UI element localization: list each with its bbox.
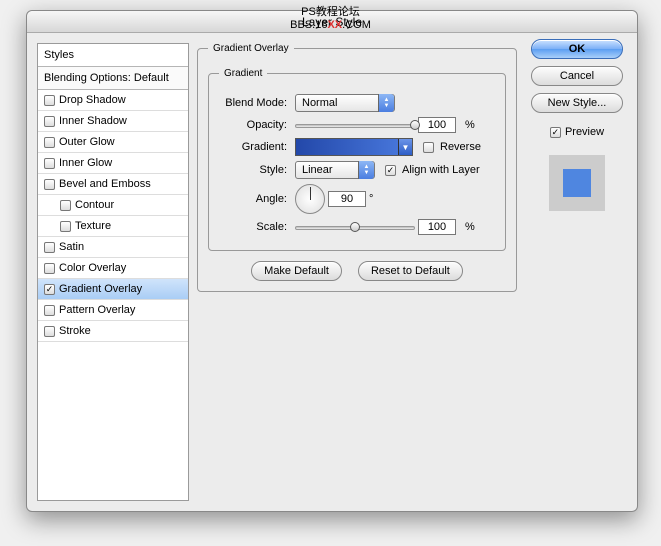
opacity-unit: % bbox=[465, 119, 475, 131]
style-label: Stroke bbox=[59, 325, 91, 337]
style-label: Satin bbox=[59, 241, 84, 253]
style-label: Inner Shadow bbox=[59, 115, 127, 127]
layer-style-dialog: Layer Style Styles Blending Options: Def… bbox=[26, 10, 638, 512]
angle-unit: ° bbox=[369, 193, 373, 205]
style-row-pattern-overlay[interactable]: Pattern Overlay bbox=[38, 300, 188, 321]
ok-button[interactable]: OK bbox=[531, 39, 623, 59]
chevron-updown-icon bbox=[378, 94, 394, 112]
style-select[interactable]: Linear bbox=[295, 161, 375, 179]
style-label: Drop Shadow bbox=[59, 94, 126, 106]
style-checkbox[interactable] bbox=[44, 95, 55, 106]
reverse-checkbox[interactable] bbox=[423, 142, 434, 153]
align-checkbox[interactable] bbox=[385, 165, 396, 176]
reset-default-button[interactable]: Reset to Default bbox=[358, 261, 463, 281]
style-row-contour[interactable]: Contour bbox=[38, 195, 188, 216]
style-checkbox[interactable] bbox=[44, 326, 55, 337]
style-row-outer-glow[interactable]: Outer Glow bbox=[38, 132, 188, 153]
style-checkbox[interactable] bbox=[44, 284, 55, 295]
blending-options-row[interactable]: Blending Options: Default bbox=[38, 67, 188, 90]
opacity-label: Opacity: bbox=[219, 119, 295, 131]
opacity-slider[interactable] bbox=[295, 118, 415, 132]
style-row-bevel-and-emboss[interactable]: Bevel and Emboss bbox=[38, 174, 188, 195]
reverse-label: Reverse bbox=[440, 141, 481, 153]
styles-header[interactable]: Styles bbox=[38, 44, 188, 67]
style-label: Style: bbox=[219, 164, 295, 176]
style-label: Inner Glow bbox=[59, 157, 112, 169]
gradient-legend: Gradient bbox=[219, 68, 267, 79]
angle-dial[interactable] bbox=[295, 184, 325, 214]
blend-mode-label: Blend Mode: bbox=[219, 97, 295, 109]
cancel-button[interactable]: Cancel bbox=[531, 66, 623, 86]
style-row-drop-shadow[interactable]: Drop Shadow bbox=[38, 90, 188, 111]
gradient-label: Gradient: bbox=[219, 141, 295, 153]
gradient-overlay-group: Gradient Overlay Gradient Blend Mode: No… bbox=[197, 43, 517, 292]
group-title: Gradient Overlay bbox=[208, 43, 294, 54]
style-checkbox[interactable] bbox=[44, 242, 55, 253]
angle-input[interactable]: 90 bbox=[328, 191, 366, 207]
style-label: Outer Glow bbox=[59, 136, 115, 148]
angle-label: Angle: bbox=[219, 193, 295, 205]
style-row-inner-glow[interactable]: Inner Glow bbox=[38, 153, 188, 174]
style-row-texture[interactable]: Texture bbox=[38, 216, 188, 237]
scale-slider[interactable] bbox=[295, 220, 415, 234]
style-checkbox[interactable] bbox=[60, 200, 71, 211]
style-row-color-overlay[interactable]: Color Overlay bbox=[38, 258, 188, 279]
style-label: Pattern Overlay bbox=[59, 304, 135, 316]
align-label: Align with Layer bbox=[402, 164, 480, 176]
scale-input[interactable]: 100 bbox=[418, 219, 456, 235]
style-row-stroke[interactable]: Stroke bbox=[38, 321, 188, 342]
style-label: Contour bbox=[75, 199, 114, 211]
gradient-swatch[interactable]: ▼ bbox=[295, 138, 413, 156]
style-label: Color Overlay bbox=[59, 262, 126, 274]
preview-label: Preview bbox=[565, 126, 604, 138]
style-checkbox[interactable] bbox=[44, 137, 55, 148]
new-style-button[interactable]: New Style... bbox=[531, 93, 623, 113]
style-label: Gradient Overlay bbox=[59, 283, 142, 295]
opacity-input[interactable]: 100 bbox=[418, 117, 456, 133]
scale-label: Scale: bbox=[219, 221, 295, 233]
preview-checkbox[interactable] bbox=[550, 127, 561, 138]
style-label: Bevel and Emboss bbox=[59, 178, 151, 190]
style-row-gradient-overlay[interactable]: Gradient Overlay bbox=[38, 279, 188, 300]
style-checkbox[interactable] bbox=[44, 158, 55, 169]
styles-panel: Styles Blending Options: Default Drop Sh… bbox=[37, 43, 189, 501]
make-default-button[interactable]: Make Default bbox=[251, 261, 342, 281]
style-checkbox[interactable] bbox=[44, 263, 55, 274]
chevron-updown-icon bbox=[358, 161, 374, 179]
preview-swatch bbox=[549, 155, 605, 211]
style-label: Texture bbox=[75, 220, 111, 232]
scale-unit: % bbox=[465, 221, 475, 233]
style-row-satin[interactable]: Satin bbox=[38, 237, 188, 258]
watermark: PS教程论坛 BBS.16XX.COM bbox=[290, 6, 371, 32]
style-checkbox[interactable] bbox=[60, 221, 71, 232]
style-row-inner-shadow[interactable]: Inner Shadow bbox=[38, 111, 188, 132]
gradient-group: Gradient Blend Mode: Normal Opacity: 100 bbox=[208, 68, 506, 251]
style-checkbox[interactable] bbox=[44, 116, 55, 127]
style-checkbox[interactable] bbox=[44, 179, 55, 190]
style-checkbox[interactable] bbox=[44, 305, 55, 316]
chevron-down-icon[interactable]: ▼ bbox=[398, 139, 412, 155]
blend-mode-select[interactable]: Normal bbox=[295, 94, 395, 112]
